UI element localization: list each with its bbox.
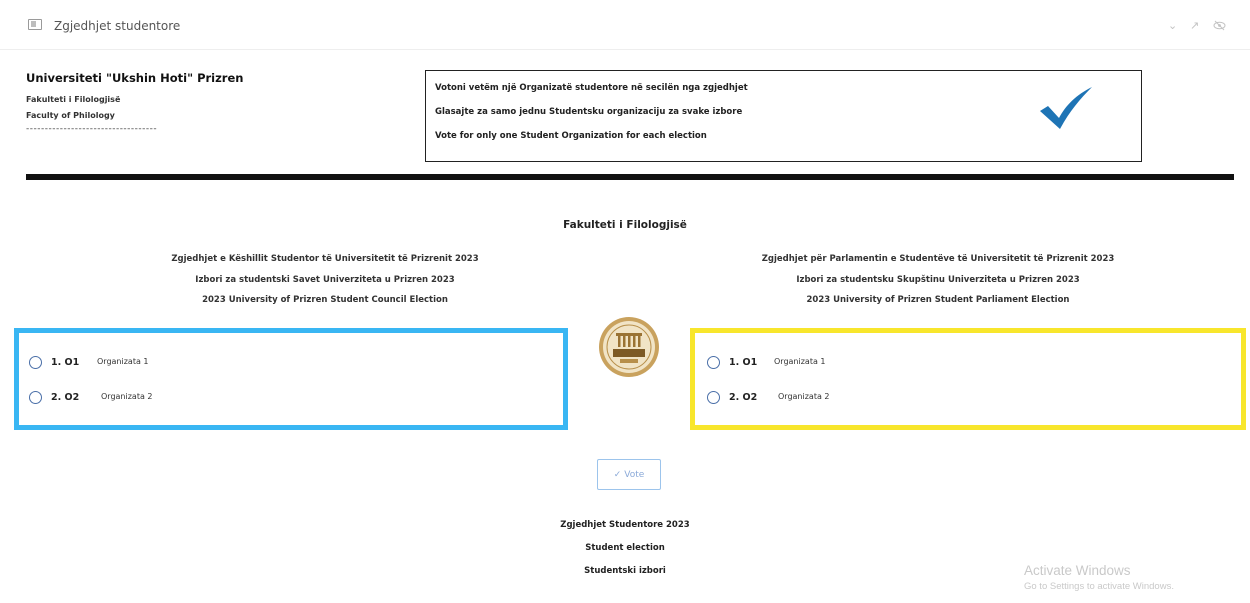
parliament-option-2[interactable]: 2. O2 Organizata 2 (695, 391, 1095, 407)
watermark-subtitle: Go to Settings to activate Windows. (1024, 581, 1174, 592)
council-option-1[interactable]: 1. O1 Organizata 1 (19, 356, 419, 372)
university-seal-icon (599, 317, 659, 377)
parliament-options-box: 1. O1 Organizata 1 2. O2 Organizata 2 (690, 328, 1246, 430)
instruction-sq: Votoni vetëm një Organizatë studentore n… (435, 83, 748, 93)
vote-button[interactable]: ✓ Vote (597, 459, 661, 490)
faculty-name-sq: Fakulteti i Filologjisë (26, 95, 121, 104)
parliament-heading-en: 2023 University of Prizren Student Parli… (806, 295, 1070, 305)
council-option-2-number: 2. O2 (51, 392, 80, 403)
hide-icon[interactable] (1213, 20, 1226, 33)
parliament-option-1-number: 1. O1 (729, 357, 758, 368)
window-titlebar: Zgjedhjet studentore ⌄ ↗ (0, 0, 1250, 50)
header-divider (26, 174, 1234, 180)
parliament-election-heading: Zgjedhjet për Parlamentin e Studentëve t… (718, 249, 1158, 311)
parliament-option-2-number: 2. O2 (729, 392, 758, 403)
council-options-box: 1. O1 Organizata 1 2. O2 Organizata 2 (14, 328, 568, 430)
parliament-option-1-org: Organizata 1 (774, 357, 826, 366)
chevron-down-icon[interactable]: ⌄ (1168, 20, 1177, 31)
parliament-option-2-radio[interactable] (707, 391, 720, 404)
council-option-1-radio[interactable] (29, 356, 42, 369)
faculty-name-en: Faculty of Philology (26, 111, 115, 120)
checkmark-icon (1040, 87, 1092, 129)
parliament-option-1-radio[interactable] (707, 356, 720, 369)
parliament-heading-sq: Zgjedhjet për Parlamentin e Studentëve t… (761, 254, 1115, 264)
parliament-heading-sr: Izbori za studentsku Skupštinu Univerzit… (796, 274, 1080, 285)
parliament-option-2-org: Organizata 2 (778, 392, 830, 401)
council-option-2-org: Organizata 2 (101, 392, 153, 401)
instruction-sr: Glasajte za samo jednu Studentsku organi… (435, 107, 743, 117)
footer-line-sq: Zgjedhjet Studentore 2023 (560, 520, 690, 530)
vote-button-label: Vote (624, 469, 645, 480)
faculty-title: Fakulteti i Filologjisë (563, 219, 687, 231)
instructions-box: Votoni vetëm një Organizatë studentore n… (425, 70, 1142, 162)
instruction-en: Vote for only one Student Organization f… (435, 131, 707, 141)
university-header: Universiteti "Ukshin Hoti" Prizren Fakul… (26, 71, 243, 134)
footer-line-en: Student election (585, 543, 665, 553)
council-option-2-radio[interactable] (29, 391, 42, 404)
council-heading-en: 2023 University of Prizren Student Counc… (202, 295, 448, 305)
watermark-title: Activate Windows (1024, 563, 1131, 578)
window-title: Zgjedhjet studentore (54, 19, 181, 33)
council-heading-sq: Zgjedhjet e Këshillit Studentor të Unive… (171, 254, 479, 264)
window-icon (28, 19, 42, 30)
signature-line: ----------------------------------- (26, 124, 158, 134)
council-option-1-org: Organizata 1 (97, 357, 149, 366)
council-election-heading: Zgjedhjet e Këshillit Studentor të Unive… (120, 249, 530, 311)
activate-windows-watermark: Activate Windows Go to Settings to activ… (1024, 563, 1174, 592)
expand-icon[interactable]: ↗ (1190, 20, 1199, 31)
council-heading-sr: Izbori za studentski Savet Univerziteta … (195, 274, 455, 285)
university-name: Universiteti "Ukshin Hoti" Prizren (26, 71, 244, 85)
council-option-2[interactable]: 2. O2 Organizata 2 (19, 391, 419, 407)
check-icon: ✓ (613, 469, 622, 480)
council-option-1-number: 1. O1 (51, 357, 80, 368)
parliament-option-1[interactable]: 1. O1 Organizata 1 (695, 356, 1095, 372)
